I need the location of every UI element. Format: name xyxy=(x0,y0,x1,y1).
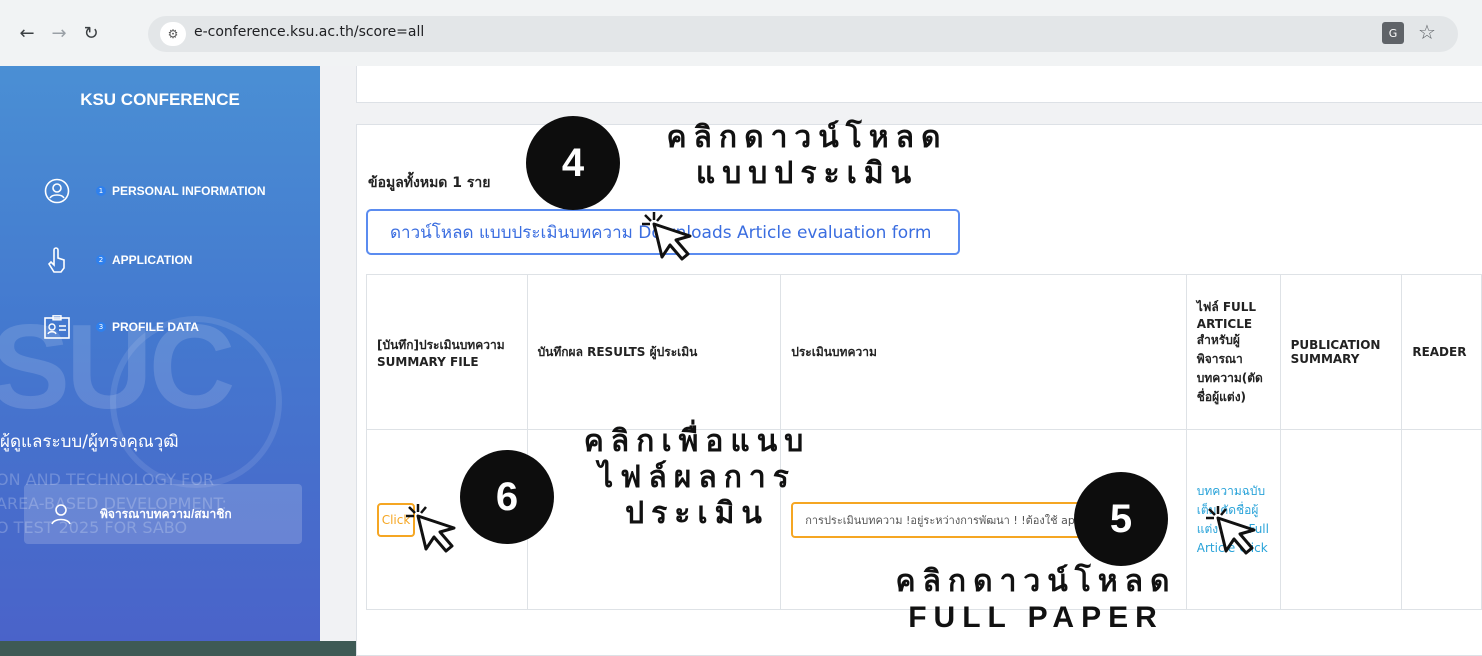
column-header: READER xyxy=(1401,274,1482,430)
sidebar: KSU CONFERENCE SUC 1 PERSONAL INFORMATIO… xyxy=(0,66,320,641)
brand-title: KSU CONFERENCE xyxy=(80,90,240,109)
step-4-callout: คลิกดาวน์โหลด แบบประเมิน xyxy=(622,120,992,192)
column-header: ประเมินบทความ xyxy=(780,274,1187,430)
top-card xyxy=(356,66,1482,103)
forward-arrow-icon[interactable]: → xyxy=(46,20,72,46)
table-header-row: [บันทึก]ประเมินบทความ SUMMARY FILE บันทึ… xyxy=(366,274,1482,430)
translate-icon[interactable]: G xyxy=(1382,22,1404,44)
table-cell xyxy=(1279,429,1403,610)
click-cursor-icon xyxy=(642,212,692,261)
callout-line: คลิกเพื่อแนบ xyxy=(583,425,811,458)
step-number: 2 xyxy=(96,255,106,265)
sidebar-item-label: PERSONAL INFORMATION xyxy=(112,184,266,198)
site-settings-icon[interactable]: ⚙ xyxy=(160,22,186,46)
step-5-callout: คลิกดาวน์โหลด FULL PAPER xyxy=(856,564,1216,636)
step-6-callout: คลิกเพื่อแนบ ไฟล์ผลการ ประเมิน xyxy=(532,424,862,532)
sidebar-item-application[interactable]: 2 APPLICATION xyxy=(40,243,192,277)
hand-pointer-icon xyxy=(40,243,74,277)
callout-line: แบบประเมิน xyxy=(695,157,919,190)
browser-toolbar: ← → ↻ ⚙ e-conference.ksu.ac.th/score=all… xyxy=(0,0,1482,66)
url-text[interactable]: e-conference.ksu.ac.th/score=all xyxy=(194,24,424,40)
sidebar-item-personal-information[interactable]: 1 PERSONAL INFORMATION xyxy=(40,174,266,208)
table-cell xyxy=(1401,429,1482,610)
id-card-icon xyxy=(40,310,74,344)
click-cursor-icon xyxy=(406,504,456,553)
sidebar-item-article-review[interactable]: พิจารณาบทความ/สมาชิก xyxy=(24,484,302,544)
user-icon xyxy=(44,497,78,531)
role-label: ผู้ดูแลระบบ/ผู้ทรงคุณวุฒิ xyxy=(0,432,179,452)
column-header: [บันทึก]ประเมินบทความ SUMMARY FILE xyxy=(366,274,528,430)
sidebar-item-label: PROFILE DATA xyxy=(112,320,199,334)
step-number: 3 xyxy=(96,322,106,332)
step-5-badge: 5 xyxy=(1074,472,1168,566)
column-header: บันทึกผล RESULTS ผู้ประเมิน xyxy=(526,274,782,430)
sidebar-item-label: พิจารณาบทความ/สมาชิก xyxy=(100,506,232,521)
callout-line: คลิกดาวน์โหลด xyxy=(666,121,948,154)
column-header: ไฟล์ FULL ARTICLE สำหรับผู้พิจารณาบทความ… xyxy=(1185,274,1281,430)
step-4-badge: 4 xyxy=(526,116,620,210)
column-header: PUBLICATION SUMMARY xyxy=(1279,274,1403,430)
bookmark-star-icon[interactable]: ☆ xyxy=(1418,20,1436,44)
sidebar-item-label: APPLICATION xyxy=(112,253,193,267)
callout-line: คลิกดาวน์โหลด xyxy=(895,565,1177,598)
back-arrow-icon[interactable]: ← xyxy=(14,20,40,46)
user-circle-icon xyxy=(40,174,74,208)
reload-icon[interactable]: ↻ xyxy=(78,20,104,46)
callout-line: FULL PAPER xyxy=(908,601,1164,634)
click-cursor-icon xyxy=(1206,506,1256,555)
callout-line: ประเมิน xyxy=(625,497,769,530)
total-records: ข้อมูลทั้งหมด 1 ราย xyxy=(368,175,491,191)
sidebar-item-profile-data[interactable]: 3 PROFILE DATA xyxy=(40,310,199,344)
step-number: 1 xyxy=(96,186,106,196)
callout-line: ไฟล์ผลการ xyxy=(598,461,796,494)
